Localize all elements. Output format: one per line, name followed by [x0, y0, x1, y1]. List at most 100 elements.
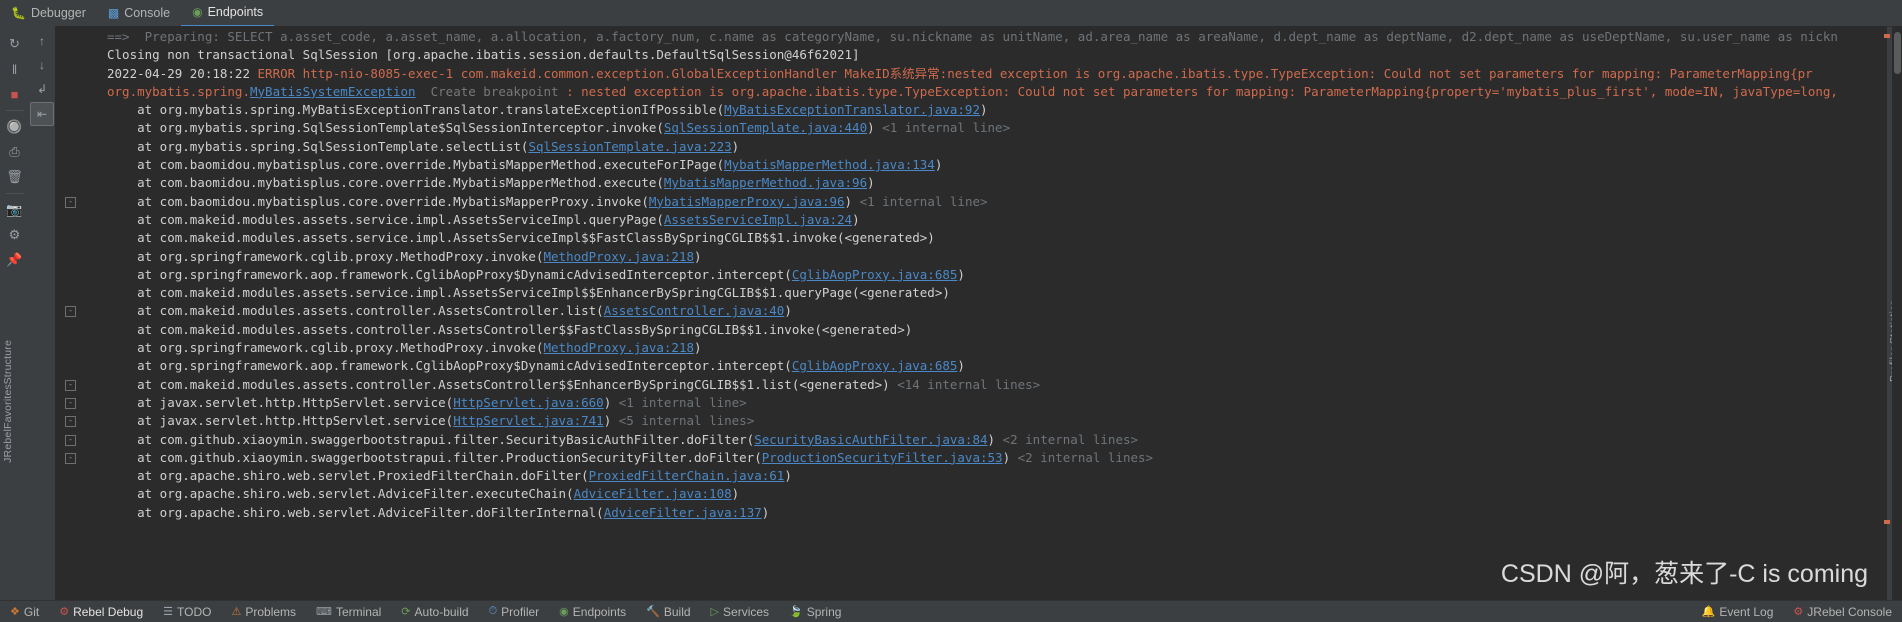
fold-toggle-icon[interactable]: - [65, 306, 76, 318]
console-text: ) [957, 358, 965, 374]
bug-icon: 🐛 [11, 6, 26, 20]
tab-console[interactable]: ▩ Console [97, 0, 181, 26]
console-line: at org.springframework.cglib.proxy.Metho… [55, 248, 1887, 266]
console-line: at com.makeid.modules.assets.service.imp… [55, 211, 1887, 229]
mute-breakpoints-icon[interactable]: 🔘 [2, 115, 28, 139]
console-line: at com.makeid.modules.assets.service.imp… [55, 229, 1887, 247]
tab-debugger-label: Debugger [30, 6, 86, 20]
scrollbar-thumb[interactable] [1894, 32, 1901, 74]
pause-icon[interactable]: ‖ [2, 57, 28, 81]
console-text: at org.springframework.aop.framework.Cgl… [107, 358, 792, 374]
console-line: at org.springframework.cglib.proxy.Metho… [55, 339, 1887, 357]
fold-toggle-icon[interactable]: - [65, 452, 76, 464]
error-stripe-mark[interactable] [1884, 34, 1890, 38]
source-link[interactable]: SqlSessionTemplate.java:440 [664, 120, 867, 135]
tab-endpoints-label: Endpoints [207, 5, 264, 19]
console-line: - at com.makeid.modules.assets.controlle… [55, 376, 1887, 394]
status-item-rebel-debug[interactable]: ⚙ Rebel Debug [49, 601, 153, 622]
scroll-to-end-icon[interactable]: ⇤ [30, 102, 54, 126]
console-text: at com.makeid.modules.assets.controller.… [107, 303, 604, 319]
event-log-icon: 🔔 [1701, 606, 1716, 618]
console-text: at com.baomidou.mybatisplus.core.overrid… [107, 175, 664, 191]
source-link[interactable]: ProxiedFilterChain.java:61 [589, 468, 785, 483]
source-link[interactable]: MybatisMapperProxy.java:96 [649, 194, 845, 209]
console-text: ) [867, 175, 875, 191]
status-item-auto-build[interactable]: ⟳ Auto-build [391, 601, 478, 622]
status-item-git[interactable]: ❖ Git [0, 601, 49, 622]
fold-toggle-icon[interactable]: - [65, 379, 76, 391]
soft-wrap-icon[interactable]: ↲ [31, 78, 53, 100]
status-item-problems[interactable]: ⚠ Problems [221, 601, 306, 622]
source-link[interactable]: SqlSessionTemplate.java:223 [528, 139, 731, 154]
fold-toggle-icon[interactable]: - [65, 196, 76, 208]
status-item-terminal[interactable]: ⌨ Terminal [306, 601, 391, 622]
console-toolbar: ↑ ↓ ↲ ⇤ [29, 26, 56, 605]
console-text: at org.mybatis.spring.SqlSessionTemplate… [107, 120, 664, 136]
console-text: <2 internal lines> [1017, 449, 1154, 465]
source-link[interactable]: ProductionSecurityFilter.java:53 [762, 450, 1003, 465]
console-text: ==> Preparing: SELECT a.asset_code, a.as… [107, 29, 1838, 44]
source-link[interactable]: MethodProxy.java:218 [544, 340, 695, 355]
console-text: ) [761, 504, 770, 520]
step-down-icon[interactable]: ↓ [31, 54, 53, 76]
console-text: ) [979, 102, 988, 118]
status-item-profiler[interactable]: ⏱ Profiler [479, 601, 550, 622]
source-link[interactable]: CglibAopProxy.java:685 [792, 358, 958, 373]
status-item-todo[interactable]: ☰ TODO [153, 601, 221, 622]
pin-icon[interactable]: 📌 [2, 248, 28, 272]
source-link[interactable]: SecurityBasicAuthFilter.java:84 [754, 432, 987, 447]
toolbar-divider [5, 110, 24, 111]
status-item-services-label: Services [723, 604, 770, 619]
source-link[interactable]: HttpServlet.java:660 [453, 395, 604, 410]
console-text: at org.apache.shiro.web.servlet.ProxiedF… [107, 468, 589, 484]
source-link[interactable]: MybatisMapperMethod.java:134 [724, 157, 935, 172]
stop-icon[interactable]: ■ [2, 82, 28, 106]
debug-toolbar: ↻ ‖ ■ 🔘 ⎙ 🗑 📷 ⚙ 📌 [0, 26, 30, 607]
source-link[interactable]: CglibAopProxy.java:685 [792, 267, 958, 282]
source-link[interactable]: MethodProxy.java:218 [544, 249, 695, 264]
trash-icon[interactable]: 🗑 [2, 165, 28, 189]
step-up-icon[interactable]: ↑ [31, 30, 53, 52]
sidebar-item-jrebel[interactable]: JRebel [2, 429, 14, 463]
console-text: <14 internal lines> [897, 376, 1041, 392]
sidebar-item-structure[interactable]: Structure [2, 340, 14, 384]
status-item-services[interactable]: ▷ Services [701, 601, 779, 622]
console-output[interactable]: ==> Preparing: SELECT a.asset_code, a.as… [55, 26, 1887, 601]
tab-endpoints[interactable]: ◉ Endpoints [181, 0, 275, 27]
console-text: Closing non transactional SqlSession [or… [107, 47, 860, 63]
source-link[interactable]: MyBatisExceptionTranslator.java:92 [724, 102, 980, 117]
console-text: at org.mybatis.spring.MyBatisExceptionTr… [107, 102, 725, 118]
console-line: - at com.github.xiaoymin.swaggerbootstra… [55, 431, 1887, 449]
source-link[interactable]: HttpServlet.java:741 [453, 413, 604, 428]
source-link[interactable]: AssetsServiceImpl.java:24 [664, 212, 852, 227]
console-text: at javax.servlet.http.HttpServlet.servic… [107, 394, 454, 410]
console-text: ) [694, 340, 702, 356]
source-link[interactable]: AdviceFilter.java:108 [574, 486, 732, 501]
camera-icon[interactable]: 📷 [2, 198, 28, 222]
source-link[interactable]: AdviceFilter.java:137 [604, 505, 762, 520]
console-scrollbar[interactable] [1892, 26, 1902, 601]
terminal-icon: ⌨ [316, 606, 332, 618]
source-link[interactable]: MyBatisSystemException [250, 84, 416, 99]
source-link[interactable]: AssetsController.java:40 [604, 303, 785, 318]
sidebar-item-favorites[interactable]: Favorites [2, 384, 14, 429]
status-item-spring[interactable]: 🍃 Spring [779, 601, 851, 622]
console-text: ) [867, 120, 883, 136]
tab-debugger[interactable]: 🐛 Debugger [0, 0, 97, 26]
left-tool-strip: Structure Favorites JRebel [0, 340, 16, 463]
settings-icon[interactable]: ⚙ [2, 223, 28, 247]
fold-toggle-icon[interactable]: - [65, 397, 76, 409]
console-text: at javax.servlet.http.HttpServlet.servic… [107, 413, 454, 429]
rerun-icon[interactable]: ↻ [2, 32, 28, 56]
status-item-event-log[interactable]: 🔔 Event Log [1692, 601, 1784, 622]
console-text: at com.baomidou.mybatisplus.core.overrid… [107, 157, 725, 173]
status-item-build[interactable]: 🔨 Build [636, 601, 700, 622]
print-icon[interactable]: ⎙ [2, 140, 28, 164]
fold-toggle-icon[interactable]: - [65, 434, 76, 446]
status-item-jrebel-console[interactable]: ⚙ JRebel Console [1783, 601, 1902, 622]
fold-toggle-icon[interactable]: - [65, 416, 76, 428]
status-item-endpoints[interactable]: ◉ Endpoints [549, 601, 636, 622]
source-link[interactable]: MybatisMapperMethod.java:96 [664, 175, 867, 190]
error-stripe-mark-2[interactable] [1884, 520, 1890, 524]
git-icon: ❖ [10, 606, 20, 618]
